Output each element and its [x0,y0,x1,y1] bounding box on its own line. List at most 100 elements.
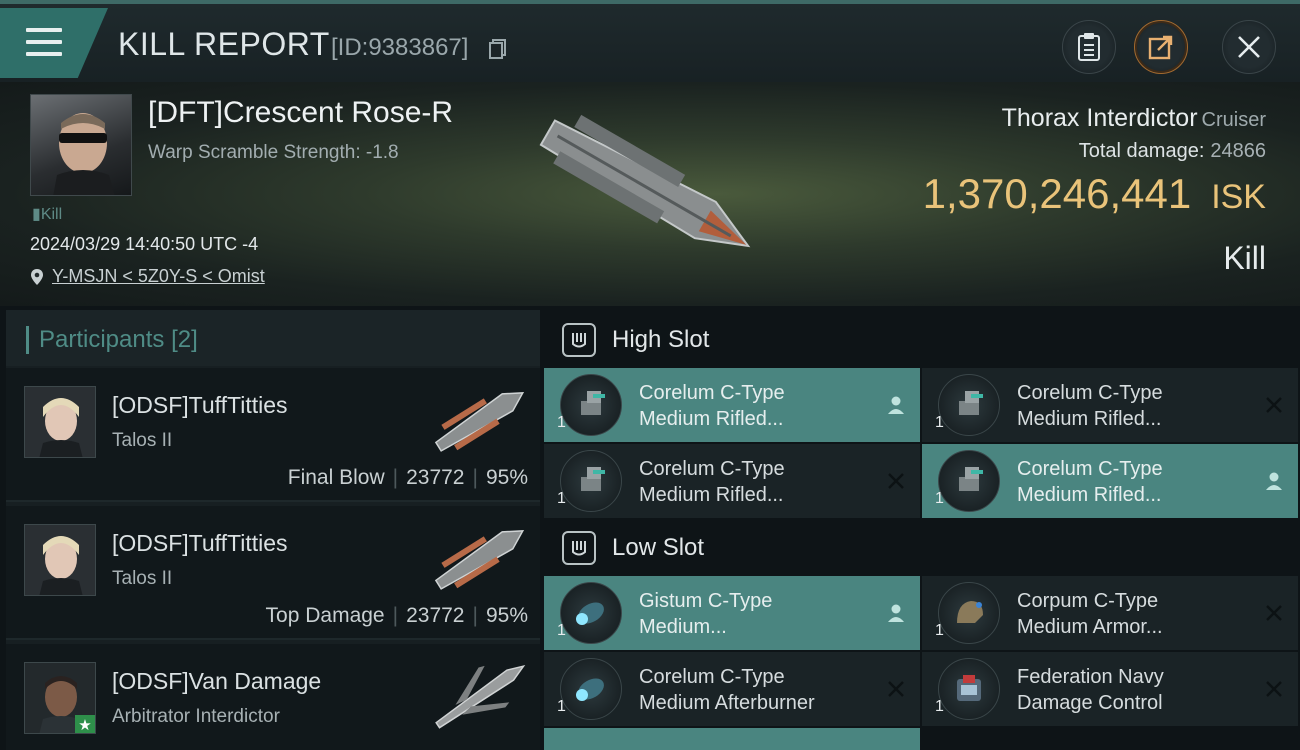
low-slot-header: Low Slot [544,520,1300,576]
participant-ship-render [434,530,525,590]
participant-ship: Talos II [112,430,173,451]
participants-header: Participants [2] [6,310,540,366]
participant-stats: Top Damage | 23772 | 95% [265,604,528,627]
participant-avatar [24,386,96,458]
damage-control-module-icon [938,658,1000,720]
turret-module-icon [560,450,622,512]
clipboard-icon [1078,33,1100,61]
participants-title: Participants [2] [26,326,198,354]
module-quantity: 1 [935,414,944,431]
turret-module-icon [938,450,1000,512]
participant-damage: 23772 [406,466,465,489]
victim-ship-render [539,114,751,248]
module-name: Corelum C-Type Medium Rifled... [639,458,785,506]
module-name: Corelum C-Type Medium Rifled... [639,382,785,430]
victim-banner: [DFT]Crescent Rose-R Warp Scramble Stren… [0,82,1300,306]
victim-name[interactable]: [DFT]Crescent Rose-R [148,96,453,130]
location-link[interactable]: Y-MSJN < 5Z0Y-S < Omist [52,266,265,287]
participant-role: Final Blow [287,466,385,489]
close-button[interactable] [1222,20,1276,74]
participant-card[interactable]: ★ [ODSF]Van Damage Arbitrator Interdicto… [6,644,540,750]
pilot-icon [886,394,906,416]
kill-location[interactable]: Y-MSJN < 5Z0Y-S < Omist [30,266,265,287]
kill-datetime: 2024/03/29 14:40:50 UTC -4 [30,234,259,254]
close-icon [1238,36,1260,58]
low-slot-title: Low Slot [612,534,705,561]
victim-subtitle: Warp Scramble Strength: -1.8 [148,142,399,163]
module-item[interactable]: 1 Corelum C-Type Medium Afterburner [544,652,920,726]
participant-role: Top Damage [265,604,385,627]
module-item[interactable]: 1 Corpum C-Type Medium Armor... [922,576,1298,650]
module-name: Corpum C-Type Medium Armor... [1017,590,1163,638]
menu-icon [26,28,62,56]
pilot-icon [886,602,906,624]
module-item[interactable]: 1 Corelum C-Type Medium Rifled... [922,368,1298,442]
participants-panel: Participants [2] [ODSF]TuffTitties Talos… [6,310,540,750]
participant-card[interactable]: [ODSF]TuffTitties Talos II Top Damage | 23… [6,506,540,640]
destroyed-icon [886,470,906,492]
turret-module-icon [560,374,622,436]
module-quantity: 1 [557,414,566,431]
participant-avatar [24,524,96,596]
participant-stats: Final Blow | 23772 | 95% [287,466,528,489]
participant-name: [ODSF]Van Damage [112,668,322,694]
high-slot-title: High Slot [612,326,710,353]
module-name: Corelum C-Type Medium Rifled... [1017,382,1163,430]
participant-ship: Arbitrator Interdictor [112,706,280,727]
total-damage: Total damage: 24866 [1078,140,1266,162]
copy-icon[interactable] [489,39,507,59]
module-quantity: 1 [557,490,566,507]
module-name: Federation Navy Damage Control [1017,666,1164,714]
shield-module-icon [560,582,622,644]
turret-module-icon [938,374,1000,436]
module-name: Gistum C-Type Medium... [639,590,773,638]
participant-name: [ODSF]TuffTitties [112,392,288,418]
share-icon [1148,35,1173,60]
module-item[interactable] [544,728,920,750]
participant-ship-render [435,664,526,729]
module-quantity: 1 [935,490,944,507]
header-bar: KILL REPORT [ID:9383867] [0,0,1300,82]
share-button[interactable] [1134,20,1188,74]
module-item[interactable]: 1 Federation Navy Damage Control [922,652,1298,726]
high-slot-header: High Slot [544,312,1300,368]
participant-damage: 23772 [406,604,465,627]
module-name: Corelum C-Type Medium Rifled... [1017,458,1163,506]
victim-ship[interactable]: Thorax Interdictor Cruiser [1002,104,1266,133]
location-pin-icon [31,268,43,285]
fitting-panel: High Slot 1 Corelum C-Type Medium Rifled.… [544,310,1300,750]
participant-percent: 95% [485,604,528,627]
module-name: Corelum C-Type Medium Afterburner [639,666,815,714]
module-item[interactable]: 1 Corelum C-Type Medium Rifled... [544,368,920,442]
participant-name: [ODSF]TuffTitties [112,530,288,556]
svg-text:★: ★ [78,716,91,734]
destroyed-icon [1264,678,1284,700]
destroyed-icon [1264,602,1284,624]
participant-ship-render [434,392,525,452]
menu-button[interactable] [0,8,108,78]
module-quantity: 1 [935,622,944,639]
high-slot-icon [562,323,596,357]
pilot-icon [1264,470,1284,492]
report-id: [ID:9383867] [331,34,469,61]
module-item[interactable]: 1 Corelum C-Type Medium Rifled... [544,444,920,518]
armor-module-icon [938,582,1000,644]
kill-tag: ▮Kill [32,206,63,223]
destroyed-icon [1264,394,1284,416]
participant-avatar: ★ [24,662,96,734]
module-quantity: 1 [557,698,566,715]
module-quantity: 1 [935,698,944,715]
kill-type-label: Kill [1223,240,1266,276]
module-item[interactable]: 1 Gistum C-Type Medium... [544,576,920,650]
participant-percent: 95% [485,466,528,489]
participant-ship: Talos II [112,568,173,589]
clipboard-button[interactable] [1062,20,1116,74]
afterburner-module-icon [560,658,622,720]
victim-avatar [30,94,132,196]
participant-card[interactable]: [ODSF]TuffTitties Talos II Final Blow | 23… [6,368,540,502]
low-slot-icon [562,531,596,565]
page-title: KILL REPORT [118,26,330,62]
isk-value: 1,370,246,441 ISK [922,170,1266,217]
module-item[interactable]: 1 Corelum C-Type Medium Rifled... [922,444,1298,518]
module-quantity: 1 [557,622,566,639]
